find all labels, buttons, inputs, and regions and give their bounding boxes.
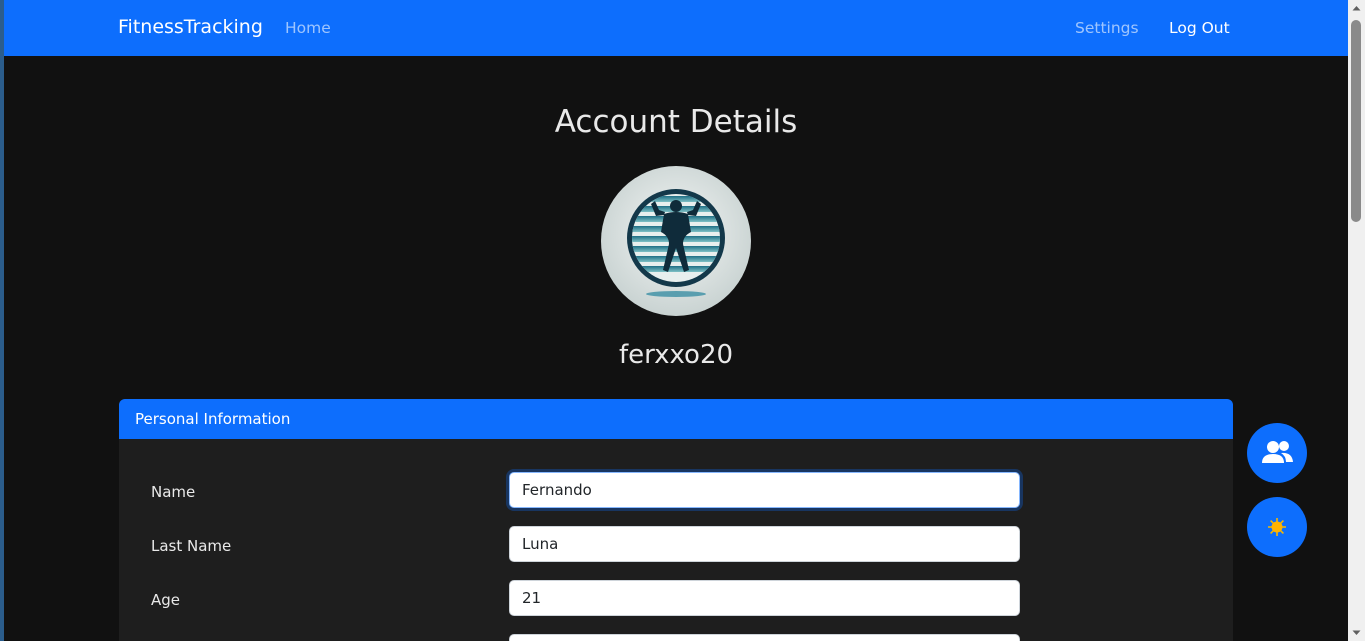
name-input[interactable]: [509, 472, 1020, 508]
personal-info-card: Personal Information Name Last Name Age: [119, 399, 1233, 641]
username-heading: ferxxo20: [618, 340, 734, 370]
card-header-title: Personal Information: [135, 410, 291, 428]
name-label: Name: [151, 483, 196, 501]
age-label: Age: [151, 591, 181, 609]
nav-logout-link[interactable]: Log Out: [1169, 19, 1230, 37]
brand-link[interactable]: FitnessTracking: [118, 16, 263, 38]
last-name-input[interactable]: [509, 526, 1020, 562]
app-window: FitnessTracking Home Settings Log Out Ac…: [4, 0, 1348, 641]
page-title: Account Details: [554, 104, 798, 140]
scroll-down-icon[interactable]: [1348, 624, 1365, 641]
nav-home-link[interactable]: Home: [285, 19, 331, 37]
scroll-thumb[interactable]: [1351, 20, 1361, 222]
profile-avatar: [601, 166, 751, 316]
age-input[interactable]: [509, 580, 1020, 616]
sun-icon: [1268, 518, 1286, 536]
theme-toggle-button[interactable]: [1247, 497, 1307, 557]
navbar: FitnessTracking Home Settings Log Out: [4, 0, 1348, 56]
scrollbar[interactable]: [1348, 0, 1365, 641]
card-header: Personal Information: [119, 399, 1233, 439]
next-input[interactable]: [509, 634, 1020, 641]
last-name-label: Last Name: [151, 537, 232, 555]
users-icon: [1262, 441, 1293, 463]
nav-settings-link[interactable]: Settings: [1075, 19, 1139, 37]
scroll-up-icon[interactable]: [1348, 0, 1365, 17]
users-button[interactable]: [1247, 423, 1307, 483]
